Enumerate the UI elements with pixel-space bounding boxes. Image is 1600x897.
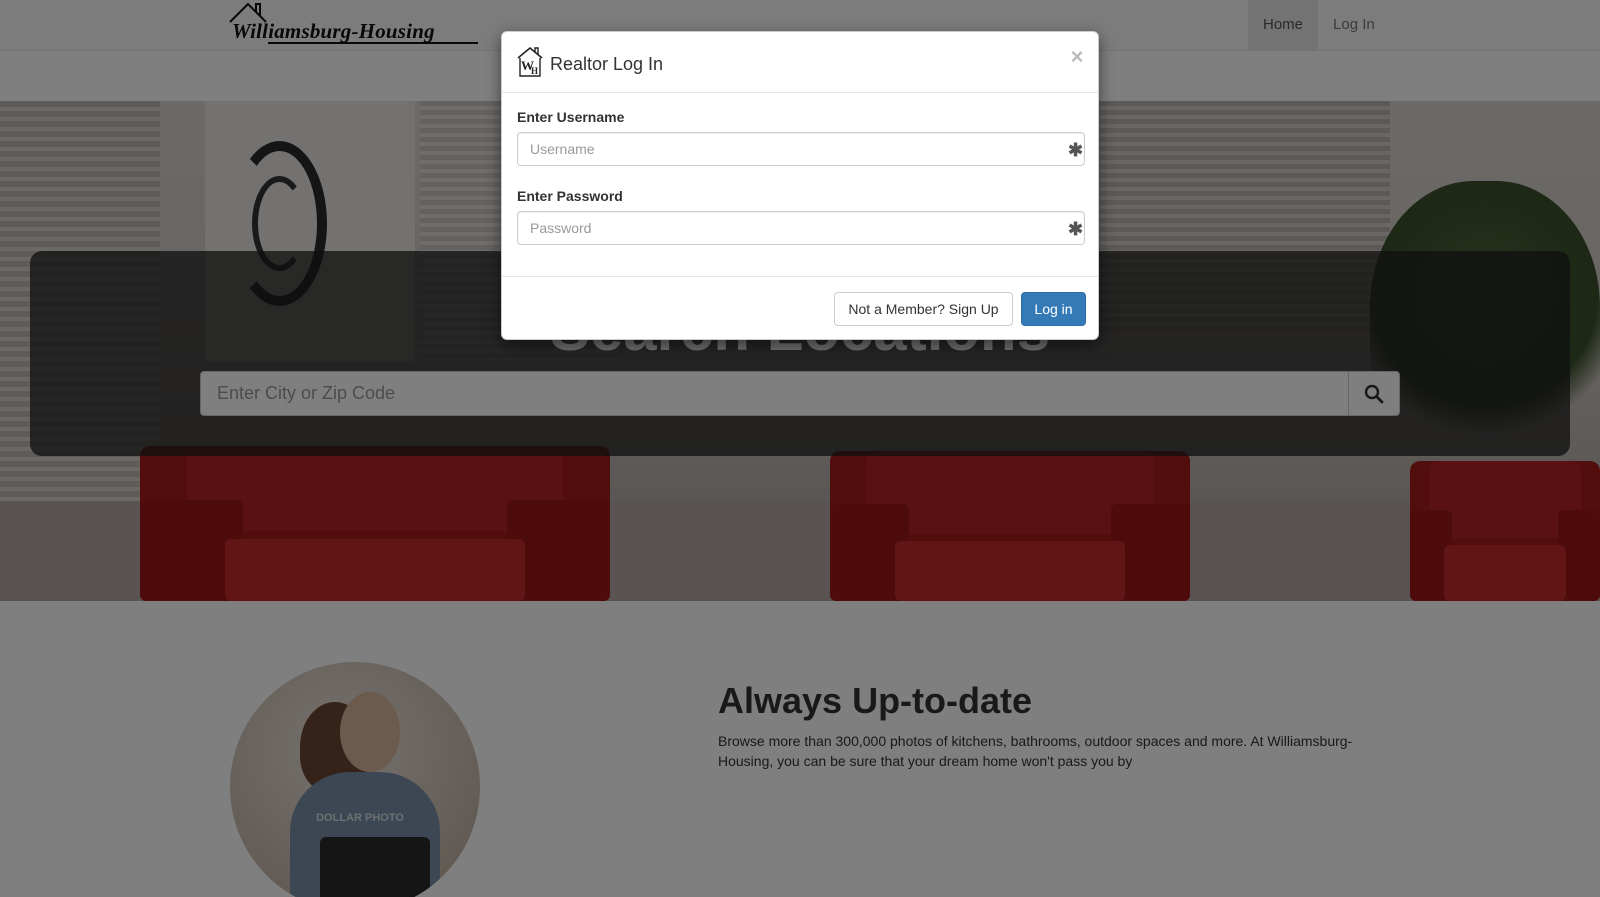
close-button[interactable]: × [1066, 46, 1088, 68]
modal-footer: Not a Member? Sign Up Log in [502, 276, 1098, 340]
modal-header: W H Realtor Log In × [502, 32, 1098, 93]
username-input[interactable] [517, 132, 1085, 166]
password-input[interactable] [517, 211, 1085, 245]
signup-button[interactable]: Not a Member? Sign Up [834, 292, 1013, 326]
asterisk-icon: ✱ [1068, 140, 1084, 160]
password-label: Enter Password [517, 188, 623, 204]
svg-text:H: H [531, 66, 538, 76]
wh-logo-icon: W H [517, 46, 543, 77]
modal-title: Realtor Log In [550, 54, 664, 74]
login-modal: W H Realtor Log In × Enter Username ✱ En… [501, 31, 1099, 340]
asterisk-icon: ✱ [1068, 219, 1084, 239]
login-button[interactable]: Log in [1021, 292, 1086, 326]
username-label: Enter Username [517, 109, 625, 125]
